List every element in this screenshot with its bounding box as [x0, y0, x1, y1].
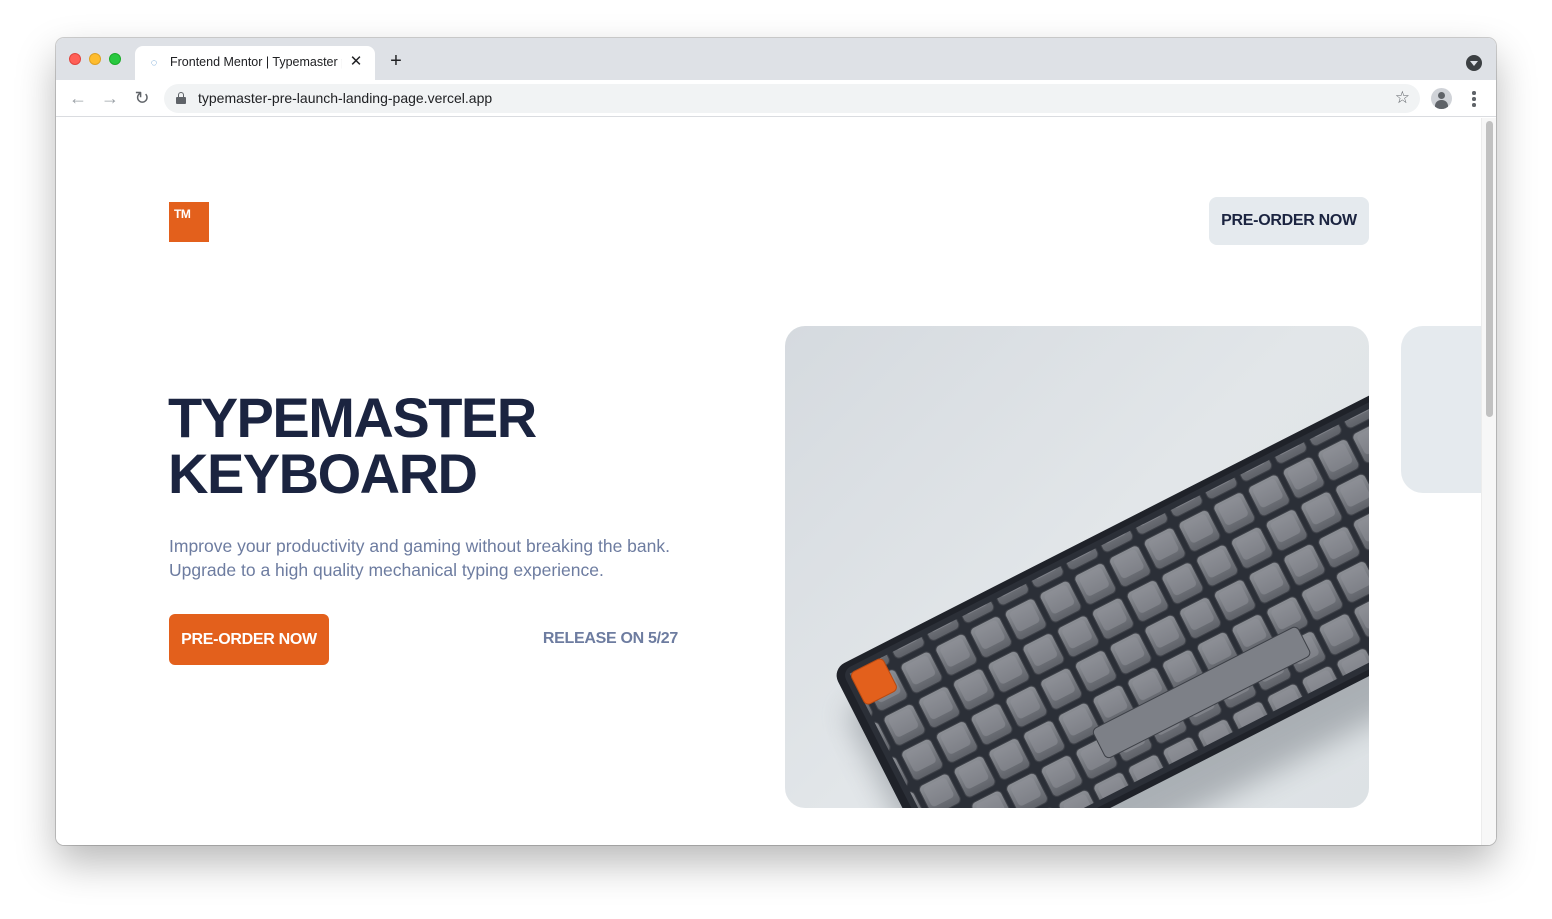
preorder-button[interactable]: PRE-ORDER NOW	[169, 614, 329, 665]
page-title: TYPEMASTER KEYBOARD	[168, 390, 728, 502]
logo[interactable]: TM	[169, 202, 209, 242]
maximize-window-button[interactable]	[109, 53, 121, 65]
headline-line-1: TYPEMASTER	[168, 386, 537, 449]
favicon-icon: ◌	[150, 57, 158, 69]
address-bar[interactable]: typemaster-pre-launch-landing-page.verce…	[164, 84, 1420, 113]
logo-text: TM	[174, 207, 191, 221]
scrollbar-thumb[interactable]	[1486, 121, 1493, 417]
keyboard-image	[785, 326, 1369, 808]
browser-window: ◌ Frontend Mentor | Typemaster pre-launc…	[56, 38, 1496, 845]
arrow-left-icon[interactable]: ←	[66, 86, 90, 110]
star-icon[interactable]: ☆	[1395, 87, 1410, 109]
hero-description: Improve your productivity and gaming wit…	[169, 536, 670, 580]
browser-toolbar: ← → ↻ typemaster-pre-launch-landing-page…	[56, 80, 1496, 117]
scrollbar[interactable]	[1481, 118, 1496, 845]
lock-icon	[176, 92, 186, 104]
release-date-text: RELEASE ON 5/27	[542, 630, 678, 647]
reload-icon[interactable]: ↻	[130, 86, 154, 110]
url-text[interactable]: typemaster-pre-launch-landing-page.verce…	[198, 90, 492, 106]
headline-line-2: KEYBOARD	[168, 442, 478, 505]
arrow-right-icon[interactable]: →	[98, 86, 122, 110]
minimize-window-button[interactable]	[89, 53, 101, 65]
tab-strip: ◌ Frontend Mentor | Typemaster pre-launc…	[56, 38, 1496, 80]
close-window-button[interactable]	[69, 53, 81, 65]
browser-tab[interactable]: ◌ Frontend Mentor | Typemaster pre-launc…	[135, 46, 375, 80]
plus-icon[interactable]: +	[385, 50, 407, 72]
tab-title: Frontend Mentor | Typemaster pre-launch …	[170, 55, 342, 69]
page-viewport: TM PRE-ORDER NOW TYPEMASTER KEYBOARD Imp…	[56, 118, 1496, 845]
profile-icon[interactable]	[1431, 88, 1452, 109]
keyboard-illustration	[836, 383, 1369, 808]
kebab-menu-icon[interactable]	[1464, 90, 1484, 108]
header-preorder-button[interactable]: PRE-ORDER NOW	[1209, 197, 1369, 245]
close-icon[interactable]: ✕	[347, 53, 365, 71]
tab-search-icon[interactable]	[1466, 55, 1482, 71]
